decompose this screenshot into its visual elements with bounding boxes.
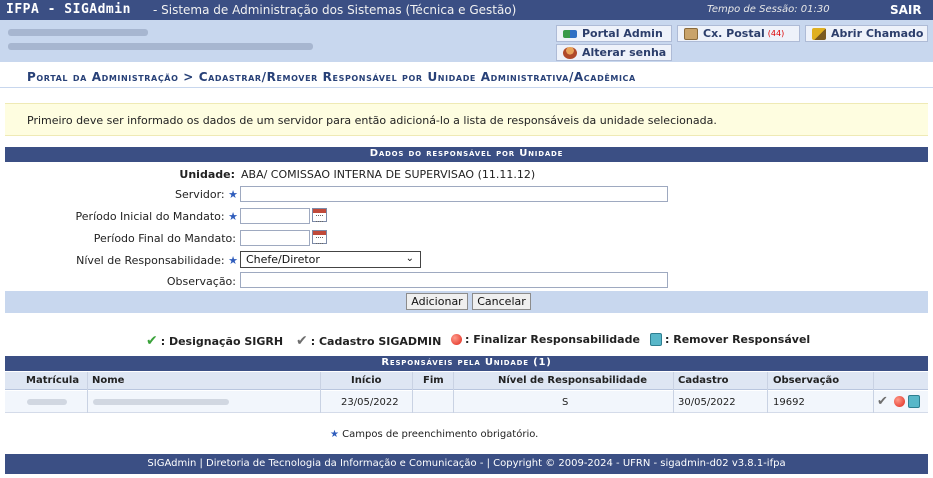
user-name-redacted: [8, 29, 148, 36]
user-unit-redacted: [8, 43, 313, 50]
unidade-value: ABA/ COMISSAO INTERNA DE SUPERVISAO (11.…: [241, 168, 536, 181]
logout-link[interactable]: SAIR: [890, 3, 922, 17]
col-divider: [87, 372, 88, 413]
col-divider: [320, 372, 321, 413]
col-divider: [453, 372, 454, 413]
finalize-dot-icon: [451, 334, 462, 345]
portal-icon: [563, 29, 577, 38]
periodo-inicial-label: Período Inicial do Mandato: ★: [75, 210, 238, 223]
col-nome: Nome: [92, 375, 125, 386]
required-star-icon: ★: [228, 210, 238, 223]
green-check-icon: ✔: [146, 333, 158, 349]
cell-inicio: 23/05/2022: [341, 397, 399, 408]
abrir-chamado-label: Abrir Chamado: [831, 27, 924, 40]
broom-icon: [812, 27, 826, 40]
col-divider: [873, 372, 874, 413]
info-notice: Primeiro deve ser informado os dados de …: [5, 103, 928, 136]
periodo-final-label: Período Final do Mandato:: [93, 232, 236, 245]
calendar-icon[interactable]: [312, 208, 327, 222]
col-fim: Fim: [423, 375, 444, 386]
user-info-bar: Portal Admin Cx. Postal (44) Abrir Chama…: [0, 20, 933, 62]
required-star-icon: ★: [228, 254, 238, 267]
periodo-inicial-input[interactable]: [240, 208, 310, 224]
breadcrumb-divider: [0, 87, 933, 88]
gray-check-icon: ✔: [296, 333, 308, 349]
observacao-input[interactable]: [240, 272, 668, 288]
alterar-senha-button[interactable]: Alterar senha: [556, 44, 672, 61]
finalize-button-icon[interactable]: [894, 396, 905, 407]
servidor-input[interactable]: [240, 186, 668, 202]
cx-postal-button[interactable]: Cx. Postal (44): [677, 25, 800, 42]
cx-postal-count: (44): [767, 29, 785, 38]
col-observacao: Observação: [773, 375, 840, 386]
table-header-row: Matrícula Nome Início Fim Nível de Respo…: [5, 372, 928, 390]
cancelar-button[interactable]: Cancelar: [472, 293, 531, 310]
session-timer: Tempo de Sessão: 01:30: [707, 4, 830, 15]
remove-button-icon[interactable]: [908, 395, 920, 408]
periodo-final-input[interactable]: [240, 230, 310, 246]
observacao-label: Observação:: [166, 275, 236, 288]
alterar-senha-label: Alterar senha: [582, 46, 667, 59]
col-inicio: Início: [351, 375, 382, 386]
nivel-selected-value: Chefe/Diretor: [246, 253, 320, 266]
legend-finalizar: : Finalizar Responsabilidade: [451, 333, 640, 346]
table-row: 23/05/2022 S 30/05/2022 19692 ✔: [5, 391, 928, 413]
cell-nivel: S: [562, 397, 569, 408]
portal-admin-label: Portal Admin: [582, 27, 663, 40]
page-footer: SIGAdmin | Diretoria de Tecnologia da In…: [5, 454, 928, 474]
trash-icon: [650, 333, 662, 346]
col-nivel: Nível de Responsabilidade: [498, 375, 647, 386]
user-key-icon: [563, 46, 577, 59]
col-divider: [767, 372, 768, 413]
cell-observacao: 19692: [773, 397, 805, 408]
breadcrumb: Portal da Administração > Cadastrar/Remo…: [27, 70, 636, 84]
nome-redacted: [93, 399, 229, 405]
table-title: Responsáveis pela Unidade (1): [5, 356, 928, 371]
required-star-icon: ★: [228, 188, 238, 201]
app-subtitle: - Sistema de Administração dos Sistemas …: [153, 3, 517, 17]
top-bar: IFPA - SIGAdmin - Sistema de Administraç…: [0, 0, 933, 20]
form-footer: Adicionar Cancelar: [5, 291, 928, 313]
legend-designacao: ✔ : Designação SIGRH: [146, 333, 284, 349]
cell-cadastro: 30/05/2022: [678, 397, 736, 408]
legend-cadastro: ✔ : Cadastro SIGADMIN: [296, 333, 442, 349]
app-title: IFPA - SIGAdmin: [6, 2, 131, 17]
calendar-icon[interactable]: [312, 230, 327, 244]
portal-admin-button[interactable]: Portal Admin: [556, 25, 672, 42]
servidor-label: Servidor: ★: [175, 188, 238, 201]
matricula-redacted: [27, 399, 67, 405]
unidade-label: Unidade:: [179, 168, 235, 181]
nivel-label: Nível de Responsabilidade: ★: [76, 254, 238, 267]
chevron-down-icon: ⌄: [405, 253, 414, 264]
abrir-chamado-button[interactable]: Abrir Chamado: [805, 25, 928, 42]
mailbox-icon: [684, 27, 698, 40]
cx-postal-label: Cx. Postal: [703, 27, 765, 40]
col-matricula: Matrícula: [26, 375, 80, 386]
legend-remover: : Remover Responsável: [650, 333, 810, 346]
adicionar-button[interactable]: Adicionar: [406, 293, 468, 310]
required-note: ★ Campos de preenchimento obrigatório.: [330, 429, 539, 440]
cadastro-check-icon: ✔: [877, 394, 888, 409]
col-divider: [412, 372, 413, 413]
nivel-select[interactable]: Chefe/Diretor ⌄: [240, 251, 421, 268]
col-cadastro: Cadastro: [678, 375, 729, 386]
form-title: Dados do responsável por Unidade: [5, 147, 928, 162]
col-divider: [673, 372, 674, 413]
